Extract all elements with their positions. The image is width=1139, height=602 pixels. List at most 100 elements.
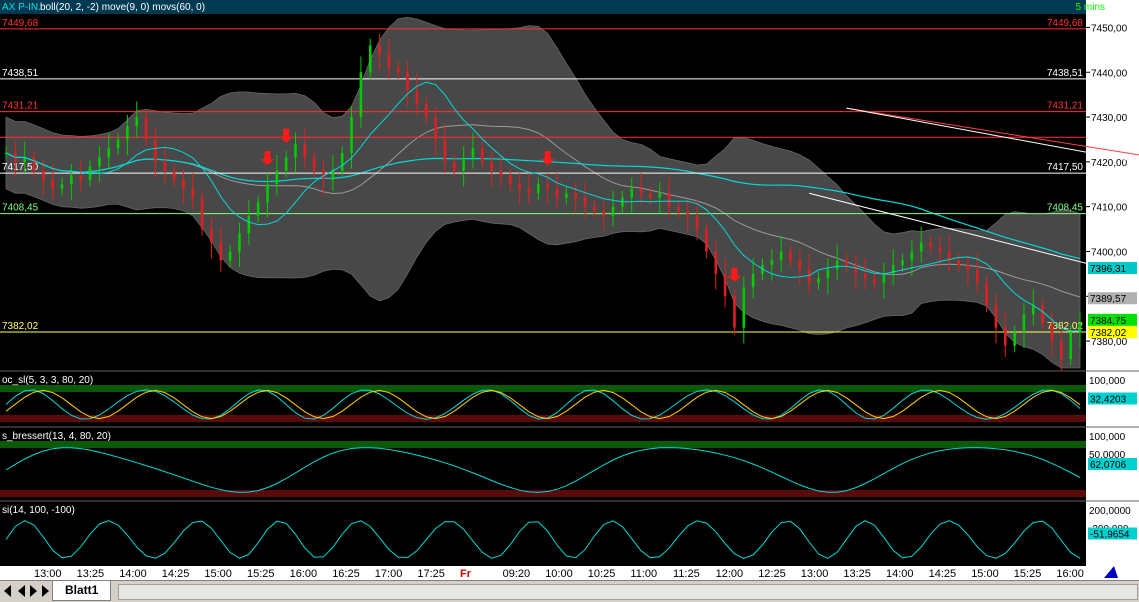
horizontal-level-label-right: 7431,21 <box>1047 101 1084 112</box>
candle-body <box>901 260 904 264</box>
candle-body <box>126 126 129 139</box>
candle-body <box>341 153 344 171</box>
candle-body <box>546 184 549 188</box>
candle-body <box>1032 305 1035 314</box>
candle-body <box>509 175 512 184</box>
horizontal-level-label-left: 7382,02 <box>2 321 39 332</box>
indicators-label: boll(20, 2, -2) move(9, 0) movs(60, 0) <box>40 2 205 13</box>
candle-body <box>350 117 353 153</box>
subpanel-value-label: 62,0706 <box>1090 460 1127 471</box>
horizontal-level-label-right: 7417,50 <box>1047 162 1084 173</box>
subpanel-bg <box>0 428 1086 500</box>
candle-body <box>1060 341 1063 359</box>
instrument-label: AX P-IN. <box>2 2 41 13</box>
candle-body <box>995 305 998 327</box>
horizontal-level-label-right: 7408,45 <box>1047 203 1084 214</box>
candle-body <box>752 274 755 287</box>
sheet-tab-bar: Blatt1 <box>0 580 1139 602</box>
candle-body <box>1023 314 1026 332</box>
time-axis-label: 13:25 <box>77 568 105 580</box>
price-badge-label: 7382,02 <box>1090 328 1127 339</box>
time-axis-label: 11:25 <box>673 568 700 580</box>
time-axis-label: 11:00 <box>630 568 657 580</box>
candle-body <box>556 189 559 198</box>
candle-body <box>276 171 279 184</box>
candle-body <box>425 104 428 117</box>
horizontal-level-label-right: 7449,68 <box>1047 18 1084 29</box>
subpanel-tick-label: 100,000 <box>1089 432 1126 443</box>
price-axis-tick-label: 7420,00 <box>1091 158 1128 169</box>
horizontal-level-label-left: 7431,21 <box>2 101 39 112</box>
horizontal-scrollbar[interactable] <box>118 584 1138 600</box>
candle-body <box>135 117 138 126</box>
candle-body <box>248 216 251 234</box>
time-axis-label: 13:25 <box>843 568 871 580</box>
candle-body <box>51 180 54 189</box>
candle-body <box>61 184 64 188</box>
candle-body <box>201 198 204 229</box>
candle-body <box>182 180 185 189</box>
candle-body <box>210 229 213 242</box>
trading-chart[interactable]: AX P-IN.boll(20, 2, -2) move(9, 0) movs(… <box>0 0 1139 601</box>
candle-body <box>593 207 596 211</box>
candle-body <box>528 189 531 193</box>
candle-body <box>939 247 942 251</box>
candle-body <box>855 265 858 274</box>
candle-body <box>742 287 745 327</box>
candle-body <box>462 157 465 170</box>
candle-body <box>163 162 166 171</box>
candle-body <box>696 216 699 229</box>
candle-body <box>911 251 914 260</box>
candle-body <box>640 189 643 193</box>
subpanel-label: si(14, 100, -100) <box>2 505 75 516</box>
candle-body <box>294 144 297 157</box>
candle-body <box>313 157 316 170</box>
candle-body <box>827 269 830 278</box>
subpanel-bg <box>0 502 1086 565</box>
candle-body <box>89 166 92 179</box>
candle-body <box>434 117 437 139</box>
candle-body <box>397 68 400 72</box>
candle-body <box>191 189 194 198</box>
candle-body <box>220 243 223 261</box>
candle-body <box>724 274 727 296</box>
candle-body <box>808 269 811 282</box>
candle-body <box>883 274 886 283</box>
candle-body <box>537 184 540 193</box>
last-sheet-icon[interactable] <box>42 585 49 597</box>
candle-body <box>658 193 661 197</box>
candle-body <box>780 251 783 260</box>
overbought-zone <box>0 441 1086 448</box>
next-sheet-icon[interactable] <box>30 585 37 597</box>
candle-body <box>79 175 82 179</box>
candle-body <box>1013 332 1016 345</box>
horizontal-level-label-left: 7408,45 <box>2 203 39 214</box>
first-sheet-icon[interactable] <box>4 585 11 597</box>
time-axis-label: 17:25 <box>417 568 445 580</box>
candle-body <box>416 90 419 103</box>
time-axis-label: 15:00 <box>204 568 232 580</box>
candle-body <box>565 193 568 197</box>
candle-body <box>612 207 615 216</box>
candle-body <box>229 251 232 260</box>
previous-sheet-icon[interactable] <box>18 585 25 597</box>
candle-body <box>472 148 475 157</box>
candle-body <box>453 162 456 171</box>
time-axis-label: 15:00 <box>971 568 999 580</box>
price-axis-tick-label: 7430,00 <box>1091 113 1128 124</box>
candle-body <box>967 265 970 269</box>
timeframe-label: 5 mins <box>1076 2 1105 13</box>
candle-body <box>145 117 148 139</box>
time-axis-label: 12:25 <box>758 568 786 580</box>
oversold-zone <box>0 490 1086 497</box>
candle-body <box>98 157 101 166</box>
sheet-tab[interactable]: Blatt1 <box>52 581 111 601</box>
time-axis-label: 10:00 <box>545 568 573 580</box>
candle-body <box>1004 328 1007 346</box>
candle-body <box>584 198 587 207</box>
overbought-zone <box>0 385 1086 392</box>
candle-body <box>490 162 493 171</box>
candle-body <box>107 148 110 157</box>
time-axis-label: 14:25 <box>162 568 190 580</box>
candle-body <box>332 171 335 180</box>
